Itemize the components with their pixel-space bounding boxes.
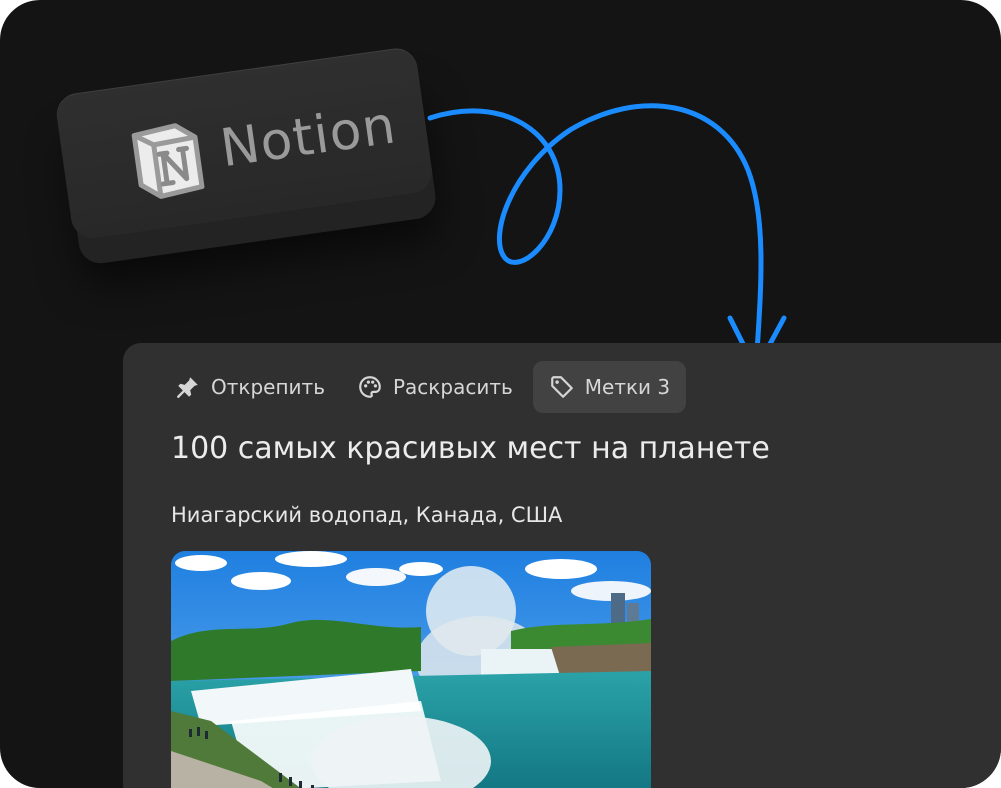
waterfall-photo xyxy=(171,551,651,788)
color-button[interactable]: Раскрасить xyxy=(345,361,525,413)
unpin-label: Открепить xyxy=(211,375,325,399)
tags-button[interactable]: Метки 3 xyxy=(532,361,687,413)
unpin-button[interactable]: Открепить xyxy=(163,361,337,413)
page-title: 100 самых красивых мест на планете xyxy=(171,431,770,466)
tags-label: Метки 3 xyxy=(584,375,671,399)
palette-icon xyxy=(359,376,381,398)
notion-brand-text: Notion xyxy=(216,95,400,180)
tag-icon xyxy=(550,376,573,398)
note-toolbar: Открепить Раскрасить Метки 3 xyxy=(163,361,694,413)
pin-icon xyxy=(177,377,198,398)
page-subtitle: Ниагарский водопад, Канада, США xyxy=(171,503,563,527)
note-card: Открепить Раскрасить Метки 3 100 самых к… xyxy=(123,343,1001,788)
notion-logo-icon xyxy=(131,123,205,199)
notion-badge: Notion xyxy=(53,45,440,267)
canvas: Notion Открепить Раскрасить Метки 3 100 … xyxy=(0,0,1001,788)
color-label: Раскрасить xyxy=(392,375,513,399)
